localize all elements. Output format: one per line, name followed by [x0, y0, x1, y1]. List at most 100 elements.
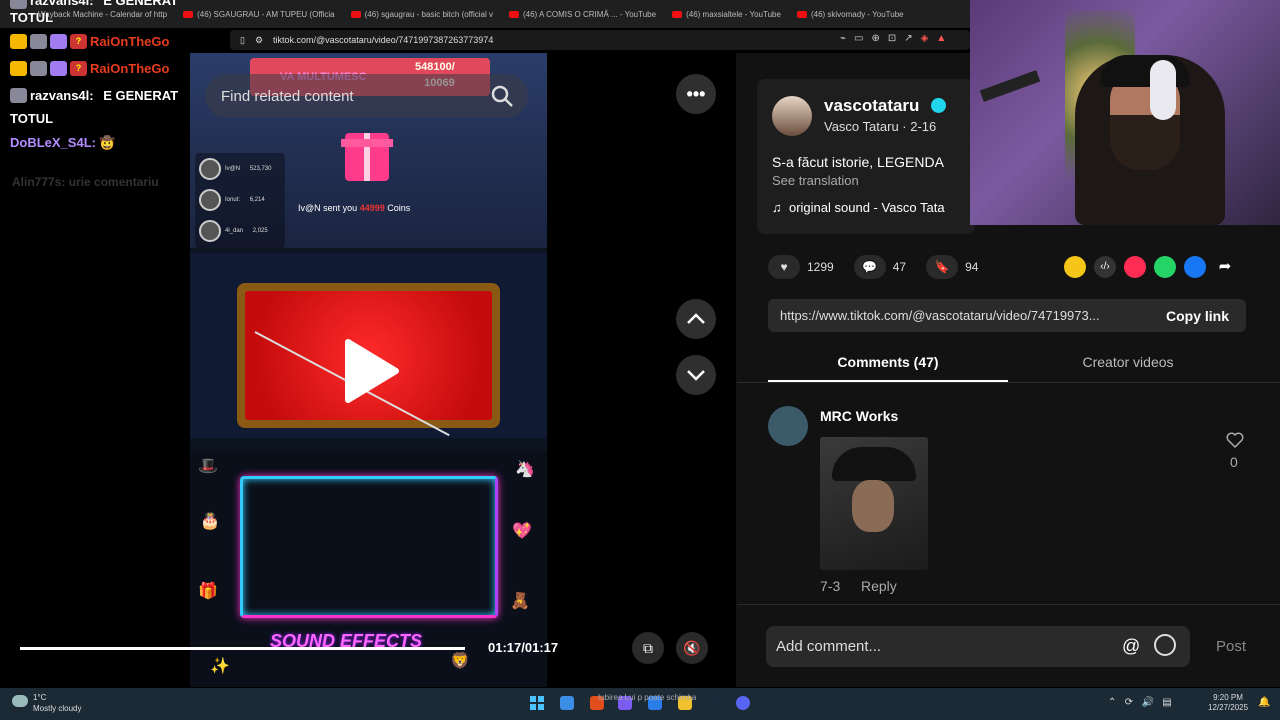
chat-text: E GENERAT — [103, 0, 179, 8]
translate-icon[interactable]: ⌁ — [840, 33, 846, 44]
progress-fill — [20, 647, 465, 650]
search-icon[interactable] — [490, 84, 514, 108]
save-stat[interactable]: 🔖 94 — [926, 255, 978, 279]
windows-start-icon[interactable] — [530, 696, 544, 710]
site-settings-icon[interactable]: ⚙ — [255, 35, 263, 46]
youtube-icon — [796, 10, 807, 18]
url-text: tiktok.com/@vascotataru/video/7471997387… — [273, 35, 494, 45]
chat-line: TOTUL — [10, 8, 250, 28]
active-tab-indicator — [768, 380, 1008, 382]
search-input[interactable]: Find related content — [205, 74, 528, 118]
share-icon[interactable]: ↗ — [904, 33, 912, 44]
mention-icon[interactable]: @ — [1122, 636, 1140, 657]
volume-icon[interactable]: 🔊 — [1141, 697, 1153, 708]
shield-icon[interactable]: ◈ — [921, 33, 929, 44]
comment-image-hat — [832, 447, 916, 481]
faded-chat-line: Alin777s: urie comentariu — [12, 175, 159, 189]
bear-icon: 🧸 — [510, 593, 530, 610]
reply-button[interactable]: Reply — [861, 578, 897, 594]
zoom-icon[interactable]: ⊕ — [871, 33, 879, 44]
youtube-icon — [350, 10, 361, 18]
heart-icon: ♥ — [768, 255, 800, 279]
leader-avatar — [199, 157, 221, 180]
task-view-icon[interactable] — [560, 696, 574, 710]
streamer-cap — [1100, 55, 1190, 87]
leader-value: 2,025 — [252, 227, 268, 234]
rewards-icon[interactable]: ▲ — [936, 33, 946, 44]
notification-icon[interactable]: 🔔 — [1258, 697, 1270, 708]
leader-value: 523,730 — [249, 165, 272, 172]
comment-count: 47 — [892, 260, 907, 274]
leader-value: 6,214 — [249, 196, 265, 203]
screenshot-icon[interactable]: ⊡ — [888, 33, 896, 44]
address-bar-actions: ⌁ ▭ ⊕ ⊡ ↗ ◈ ▲ — [840, 33, 946, 44]
sync-icon[interactable]: ⟳ — [1125, 697, 1133, 708]
comment-stat[interactable]: 💬 47 — [853, 255, 907, 279]
cloud-icon — [12, 695, 28, 707]
embed-icon[interactable]: ‹/› — [1094, 256, 1116, 278]
sparkle-icon: ✨ — [210, 658, 230, 675]
copy-link-button[interactable]: Copy link — [1152, 308, 1229, 324]
chat-line: DoBLeX_S4L: 🤠 — [10, 129, 250, 156]
music-link[interactable]: ♫ original sound - Vasco Tata — [772, 200, 945, 215]
steam-icon[interactable] — [706, 696, 720, 710]
chat-text: TOTUL — [10, 10, 54, 25]
repost-icon[interactable] — [1064, 256, 1086, 278]
bits-badge: ? — [70, 34, 87, 49]
chat-user: DoBLeX_S4L: — [10, 134, 96, 150]
picture-in-picture-button[interactable]: ⧉ — [632, 632, 664, 664]
discord-icon[interactable] — [736, 696, 750, 710]
link-box: https://www.tiktok.com/@vascotataru/vide… — [768, 299, 1246, 332]
cast-icon[interactable]: ▭ — [854, 33, 863, 44]
post-button[interactable]: Post — [1216, 638, 1246, 655]
leader-name: Iv@N — [225, 165, 241, 172]
chat-text: TOTUL — [10, 111, 54, 126]
browser-tab[interactable]: (46) A COMIS O CRIMĂ ... - YouTube — [501, 0, 664, 28]
video-time: 01:17/01:17 — [488, 640, 559, 655]
microphone-arm — [979, 70, 1041, 102]
sub-badge — [50, 34, 67, 49]
next-video-button[interactable] — [676, 355, 716, 395]
chat-line: ? RaiOnTheGo — [10, 55, 250, 82]
ellipsis-icon: ••• — [686, 83, 706, 104]
browser-tab[interactable]: (46) sgaugrau - basic bitch (official v — [343, 0, 501, 28]
system-tray: ⌃ ⟳ 🔊 ▤ — [1108, 697, 1172, 708]
share-buttons: ‹/› ➦ — [1064, 256, 1236, 278]
commenter-name[interactable]: MRC Works — [820, 408, 898, 424]
heart-icon[interactable] — [1226, 431, 1244, 449]
weather-widget[interactable]: 1°C Mostly cloudy — [33, 692, 81, 714]
mute-button[interactable]: 🔇 — [676, 632, 708, 664]
video-progress-bar[interactable] — [20, 647, 465, 650]
user-badge — [30, 34, 47, 49]
gift-unit: Coins — [387, 203, 411, 213]
see-translation-link[interactable]: See translation — [772, 173, 859, 188]
commenter-avatar[interactable] — [768, 406, 808, 446]
like-stat[interactable]: ♥ 1299 — [768, 255, 834, 279]
browser-tab[interactable]: (46) maxsialtele - YouTube — [664, 0, 789, 28]
send-icon[interactable] — [1124, 256, 1146, 278]
previous-video-button[interactable] — [676, 299, 716, 339]
comment-placeholder: Add comment... — [776, 638, 882, 655]
play-icon[interactable] — [340, 338, 400, 404]
gift-icon — [341, 133, 393, 181]
emoji-icon[interactable] — [1154, 634, 1176, 656]
chat-user: RaiOnTheGo — [90, 60, 170, 76]
tab-divider — [737, 382, 1280, 383]
browser-tab[interactable]: (46) skivomady - YouTube — [789, 0, 912, 28]
whatsapp-icon[interactable] — [1154, 256, 1176, 278]
facebook-icon[interactable] — [1184, 256, 1206, 278]
tab-creator-videos[interactable]: Creator videos — [1008, 354, 1248, 370]
crown-badge — [10, 61, 27, 76]
system-clock[interactable]: 9:20 PM 12/27/2025 — [1208, 693, 1248, 713]
chevron-up-icon[interactable]: ⌃ — [1108, 697, 1116, 708]
more-options-button[interactable]: ••• — [676, 74, 716, 114]
network-icon[interactable]: ▤ — [1162, 697, 1171, 708]
share-arrow-icon[interactable]: ➦ — [1214, 256, 1236, 278]
gift-box-icon: 🎁 — [198, 583, 218, 600]
avatar[interactable] — [772, 96, 812, 136]
username[interactable]: vascotataru — [824, 96, 919, 116]
chevron-down-icon — [687, 370, 705, 381]
tab-comments[interactable]: Comments (47) — [768, 354, 1008, 370]
clock-date: 12/27/2025 — [1208, 703, 1249, 712]
screen: Wayback Machine - Calendar of http (46) … — [0, 0, 1280, 720]
